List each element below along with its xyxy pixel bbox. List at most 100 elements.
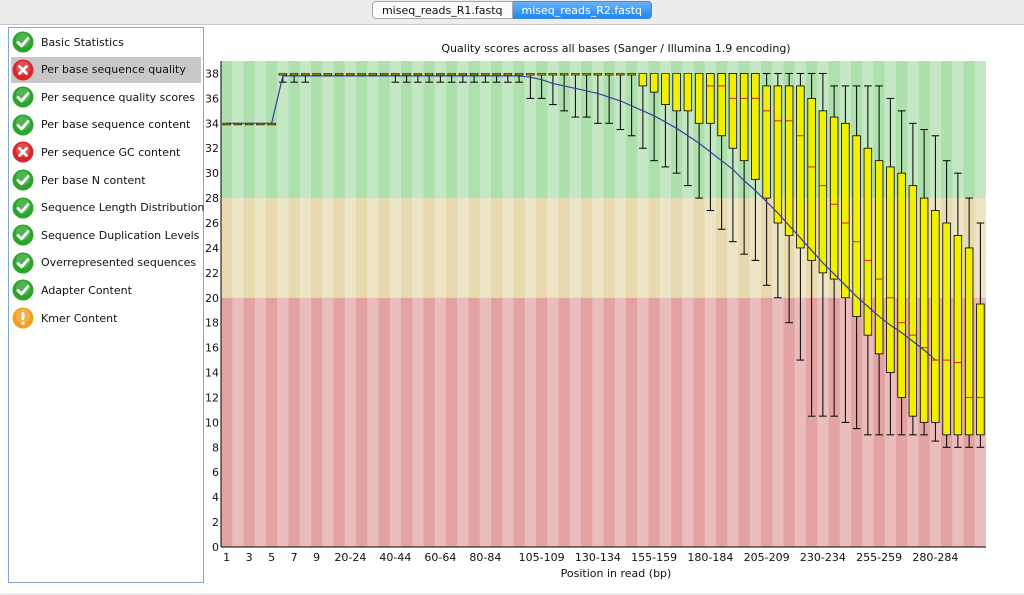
zone-stripe <box>412 297 424 547</box>
zone-stripe <box>479 297 491 547</box>
zone-stripe <box>772 297 784 547</box>
iqr-box <box>694 73 704 124</box>
iqr-box <box>852 135 861 317</box>
tab-r2-fastq[interactable]: miseq_reads_R2.fastq <box>512 1 653 19</box>
zone-stripe <box>344 198 356 298</box>
module-item[interactable]: Per sequence GC content <box>11 139 201 165</box>
module-item[interactable]: Per base sequence content <box>11 112 201 138</box>
zone-stripe <box>254 61 266 199</box>
tab-r1-fastq[interactable]: miseq_reads_R1.fastq <box>371 1 513 19</box>
chart-title: Quality scores across all bases (Sanger … <box>441 42 790 55</box>
x-tick-label: 40-44 <box>379 551 411 564</box>
x-tick-label: 280-284 <box>912 551 958 564</box>
zone-stripe <box>637 297 649 547</box>
zone-stripe <box>524 198 536 298</box>
x-tick-label: 180-184 <box>687 551 733 564</box>
module-item[interactable]: Adapter Content <box>11 277 201 303</box>
check-icon <box>12 114 34 136</box>
module-label: Sequence Length Distribution <box>41 201 205 215</box>
zone-stripe <box>502 297 514 547</box>
quality-boxplot-chart: Quality scores across all bases (Sanger … <box>205 42 986 580</box>
module-item[interactable]: Sequence Length Distribution <box>11 195 205 221</box>
y-tick-label: 12 <box>206 391 219 404</box>
iqr-box <box>739 73 749 162</box>
zone-stripe <box>659 198 671 298</box>
zone-stripe <box>412 198 424 298</box>
iqr-box <box>942 222 951 436</box>
x-tick-label: 5 <box>268 551 275 564</box>
zone-stripe <box>344 61 356 199</box>
iqr-box <box>908 185 918 417</box>
module-item[interactable]: Per sequence quality scores <box>11 84 201 110</box>
y-tick-label: 14 <box>206 367 219 380</box>
iqr-box <box>751 73 760 180</box>
zone-stripe <box>479 198 491 298</box>
module-label: Kmer Content <box>41 311 118 325</box>
zone-stripe <box>614 297 626 547</box>
x-tick-label: 7 <box>291 551 298 564</box>
iqr-box <box>706 73 715 124</box>
iqr-box <box>807 97 816 261</box>
x-tick-label: 230-234 <box>800 551 846 564</box>
zone-stripe <box>299 297 311 547</box>
zone-stripe <box>344 297 356 547</box>
y-tick-label: 34 <box>206 117 219 130</box>
y-tick-label: 6 <box>212 466 219 479</box>
zone-stripe <box>457 297 469 547</box>
zone-stripe <box>569 198 581 298</box>
x-tick-label: 155-159 <box>631 551 677 564</box>
iqr-box <box>683 73 693 112</box>
zone-stripe <box>749 297 761 547</box>
module-item[interactable]: Per base sequence quality <box>11 56 201 83</box>
y-tick-label: 36 <box>206 92 219 105</box>
cross-icon <box>12 141 34 163</box>
zone-stripe <box>704 297 716 547</box>
zone-stripe <box>389 297 401 547</box>
module-item[interactable]: Basic Statistics <box>11 29 201 55</box>
x-tick-label: 60-64 <box>424 551 456 564</box>
check-icon <box>12 224 34 246</box>
zone-stripe <box>547 297 559 547</box>
module-label: Per base N content <box>41 173 146 187</box>
module-list: Basic Statistics Per base sequence qualit… <box>8 27 204 583</box>
x-tick-label: 20-24 <box>334 551 366 564</box>
x-tick-label: 255-259 <box>856 551 902 564</box>
module-item[interactable]: Overrepresented sequences <box>11 250 201 276</box>
module-label: Per sequence GC content <box>41 145 181 159</box>
x-tick-label: 205-209 <box>744 551 790 564</box>
x-tick-label: 130-134 <box>575 551 621 564</box>
y-tick-label: 4 <box>212 491 219 504</box>
y-tick-label: 2 <box>212 516 219 529</box>
module-label: Sequence Duplication Levels <box>41 228 200 242</box>
zone-stripe <box>232 61 244 199</box>
check-icon <box>12 197 34 219</box>
check-icon <box>12 31 34 53</box>
zone-stripe <box>727 297 739 547</box>
zone-stripe <box>434 297 446 547</box>
zone-stripe <box>592 297 604 547</box>
zone-stripe <box>232 297 244 547</box>
iqr-box <box>672 73 681 112</box>
file-tab-bar: miseq_reads_R1.fastq miseq_reads_R2.fast… <box>0 1 1024 21</box>
iqr-box <box>661 73 670 106</box>
iqr-box <box>886 166 895 373</box>
check-icon <box>12 279 34 301</box>
chart-container: Quality scores across all bases (Sanger … <box>205 25 1016 591</box>
y-tick-label: 18 <box>206 317 219 330</box>
module-item[interactable]: Sequence Duplication Levels <box>11 222 201 248</box>
zone-stripe <box>322 297 334 547</box>
module-label: Per sequence quality scores <box>41 90 195 104</box>
iqr-box <box>728 73 738 149</box>
module-label: Overrepresented sequences <box>41 256 197 270</box>
y-tick-label: 10 <box>206 416 219 429</box>
module-item[interactable]: Per base N content <box>11 167 201 193</box>
y-tick-label: 22 <box>206 267 219 280</box>
iqr-box <box>976 303 985 436</box>
zone-stripe <box>547 198 559 298</box>
y-tick-label: 28 <box>206 192 219 205</box>
zone-stripe <box>682 198 694 298</box>
iqr-box <box>841 122 850 299</box>
iqr-box <box>638 73 648 87</box>
iqr-box <box>953 235 963 436</box>
module-item[interactable]: Kmer Content <box>11 305 201 331</box>
